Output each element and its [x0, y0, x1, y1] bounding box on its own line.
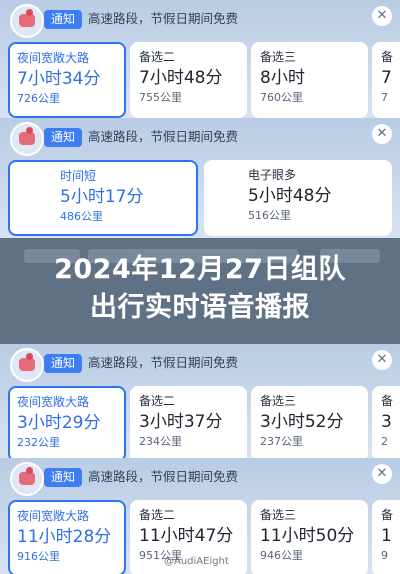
- route-time: 8小时: [260, 68, 305, 88]
- route-time: 3小时37分: [139, 412, 223, 432]
- route-distance: 234公里: [139, 435, 182, 448]
- route-distance: 232公里: [17, 436, 60, 449]
- route-label: 电子眼多: [248, 168, 297, 182]
- close-icon[interactable]: ✕: [372, 6, 392, 26]
- route-label: 备: [381, 508, 394, 522]
- overlay-title: 2024年12月27日组队 出行实时语音播报: [6, 251, 394, 327]
- notification-header: 通知 高速路段，节假日期间免费 ✕: [0, 0, 400, 40]
- route-distance: 486公里: [60, 210, 103, 223]
- route-label: 备选三: [260, 50, 297, 64]
- route-options: 时间短 5小时17分 486公里 电子眼多 5小时48分 516公里: [0, 160, 400, 238]
- route-label: 备选三: [260, 394, 297, 408]
- route-card-4[interactable]: 备 3 2: [372, 386, 400, 458]
- route-card-1[interactable]: 时间短 5小时17分 486公里: [8, 160, 198, 236]
- route-panel-2: 通知 高速路段，节假日期间免费 ✕ 时间短 5小时17分 486公里 电子眼多 …: [0, 118, 400, 238]
- title-overlay: 2024年12月27日组队 出行实时语音播报: [0, 238, 400, 345]
- route-card-2[interactable]: 备选二 3小时37分 234公里: [130, 386, 247, 458]
- overlay-title-line-1: 2024年12月27日组队: [54, 254, 346, 285]
- route-distance: 726公里: [17, 92, 60, 105]
- route-card-1[interactable]: 夜间宽敞大路 7小时34分 726公里: [8, 42, 126, 118]
- route-label: 夜间宽敞大路: [17, 509, 90, 523]
- route-card-2[interactable]: 电子眼多 5小时48分 516公里: [204, 160, 392, 236]
- notice-badge: 通知: [44, 354, 83, 373]
- route-card-3[interactable]: 备选三 8小时 760公里: [251, 42, 368, 118]
- route-distance: 9: [381, 549, 388, 562]
- close-icon[interactable]: ✕: [372, 350, 392, 370]
- avatar-icon: [10, 348, 44, 382]
- route-distance: 755公里: [139, 91, 182, 104]
- route-label: 备: [381, 394, 394, 408]
- route-time: 5小时48分: [248, 186, 332, 206]
- route-card-1[interactable]: 夜间宽敞大路 3小时29分 232公里: [8, 386, 126, 458]
- route-card-4[interactable]: 备 7 7: [372, 42, 400, 118]
- route-distance: 916公里: [17, 550, 60, 563]
- notice-badge: 通知: [44, 468, 83, 487]
- route-label: 备选二: [139, 508, 176, 522]
- route-time: 11小时47分: [139, 526, 234, 546]
- avatar-icon: [10, 462, 44, 496]
- route-panel-3: 通知 高速路段，节假日期间免费 ✕ 夜间宽敞大路 3小时29分 232公里 备选…: [0, 344, 400, 458]
- notice-text: 高速路段，节假日期间免费: [88, 129, 239, 144]
- route-card-1[interactable]: 夜间宽敞大路 11小时28分 916公里: [8, 500, 126, 574]
- route-distance: 237公里: [260, 435, 303, 448]
- notification-header: 通知 高速路段，节假日期间免费 ✕: [0, 118, 400, 158]
- route-distance: 516公里: [248, 209, 291, 222]
- route-time: 11小时28分: [17, 527, 112, 547]
- route-label: 备选二: [139, 50, 176, 64]
- route-card-4[interactable]: 备 1 9: [372, 500, 400, 574]
- route-panel-1: 通知 高速路段，节假日期间免费 ✕ 夜间宽敞大路 7小时34分 726公里 备选…: [0, 0, 400, 118]
- notification-header: 通知 高速路段，节假日期间免费 ✕: [0, 458, 400, 498]
- notice-text: 高速路段，节假日期间免费: [88, 355, 239, 370]
- route-distance: 760公里: [260, 91, 303, 104]
- close-icon[interactable]: ✕: [372, 464, 392, 484]
- route-time: 5小时17分: [60, 187, 144, 207]
- watermark: @AudiAEight: [164, 556, 229, 567]
- notice-badge: 通知: [44, 128, 83, 147]
- route-label: 备选三: [260, 508, 297, 522]
- route-card-3[interactable]: 备选三 3小时52分 237公里: [251, 386, 368, 458]
- route-time: 1: [381, 526, 392, 546]
- close-icon[interactable]: ✕: [372, 124, 392, 144]
- notice-text: 高速路段，节假日期间免费: [88, 11, 239, 26]
- route-label: 夜间宽敞大路: [17, 51, 90, 65]
- route-label: 备: [381, 50, 394, 64]
- route-distance: 2: [381, 435, 388, 448]
- notification-header: 通知 高速路段，节假日期间免费 ✕: [0, 344, 400, 384]
- route-card-2[interactable]: 备选二 7小时48分 755公里: [130, 42, 247, 118]
- route-label: 备选二: [139, 394, 176, 408]
- route-distance: 7: [381, 91, 388, 104]
- route-label: 夜间宽敞大路: [17, 395, 90, 409]
- route-label: 时间短: [60, 169, 97, 183]
- route-time: 3小时29分: [17, 413, 101, 433]
- avatar-icon: [10, 4, 44, 38]
- avatar-icon: [10, 122, 44, 156]
- overlay-title-line-2: 出行实时语音播报: [90, 292, 310, 323]
- route-time: 7小时48分: [139, 68, 223, 88]
- route-time: 7: [381, 68, 392, 88]
- route-time: 11小时50分: [260, 526, 355, 546]
- route-card-3[interactable]: 备选三 11小时50分 946公里: [251, 500, 368, 574]
- route-options: 夜间宽敞大路 3小时29分 232公里 备选二 3小时37分 234公里 备选三…: [0, 386, 400, 458]
- route-options: 夜间宽敞大路 7小时34分 726公里 备选二 7小时48分 755公里 备选三…: [0, 42, 400, 118]
- notice-text: 高速路段，节假日期间免费: [88, 469, 239, 484]
- route-distance: 946公里: [260, 549, 303, 562]
- route-time: 3: [381, 412, 392, 432]
- route-time: 3小时52分: [260, 412, 344, 432]
- route-time: 7小时34分: [17, 69, 101, 89]
- notice-badge: 通知: [44, 10, 83, 29]
